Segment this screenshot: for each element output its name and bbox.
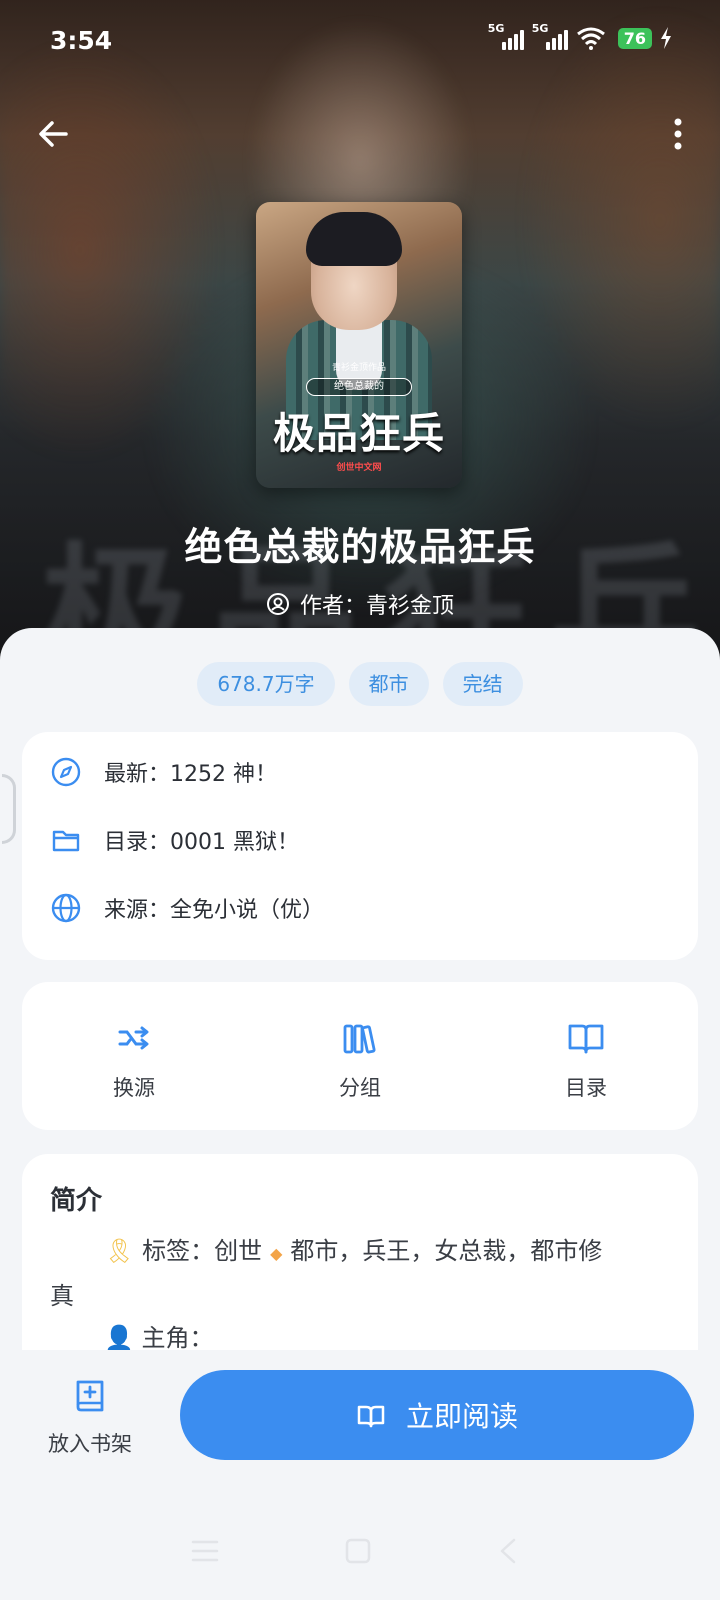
status-icons: 5G 5G 76 — [488, 22, 672, 50]
charging-icon — [661, 27, 671, 49]
books-icon — [343, 1024, 376, 1054]
group-button[interactable]: 分组 — [300, 1018, 420, 1102]
folder-icon — [52, 830, 80, 852]
user-icon — [266, 593, 289, 615]
book-open-icon — [568, 1024, 604, 1054]
shuffle-icon — [118, 1026, 149, 1050]
source-row[interactable]: 来源：全免小说（优） — [50, 880, 324, 936]
compass-icon — [51, 757, 81, 787]
tag-genre[interactable]: 都市 — [348, 662, 429, 706]
home-nav-icon[interactable] — [344, 1537, 372, 1565]
read-icon — [357, 1405, 385, 1428]
status-time: 3:54 — [50, 26, 113, 55]
wifi-icon — [576, 27, 605, 50]
globe-icon — [51, 893, 81, 923]
cover-publisher: 创世中文网 — [336, 463, 382, 473]
catalog-row[interactable]: 目录：0001 黑狱！ — [50, 812, 299, 868]
catalog-button[interactable]: 目录 — [526, 1018, 646, 1102]
ribbon-icon: 🎗 — [104, 1237, 135, 1265]
back-icon[interactable] — [34, 114, 74, 154]
tag-word-count[interactable]: 678.7万字 — [197, 662, 335, 706]
latest-chapter: 最新：1252 神！ — [104, 762, 277, 787]
read-now-button[interactable]: 立即阅读 — [180, 1370, 694, 1460]
diamond-icon: ◆ — [270, 1244, 283, 1263]
latest-chapter-row[interactable]: 最新：1252 神！ — [50, 744, 277, 800]
info-card: 最新：1252 神！ 目录：0001 黑狱！ 来源：全免小说（优） — [22, 732, 698, 960]
book-title: 绝色总裁的极品狂兵 — [184, 525, 536, 569]
author-row[interactable]: 作者：青衫金顶 — [0, 588, 720, 620]
intro-text: 🎗 标签：创世 ◆ 都市，兵王，女总裁，都市修 真 👤 主角： — [50, 1230, 680, 1359]
add-to-shelf-label: 放入书架 — [48, 1432, 132, 1456]
back-nav-icon[interactable] — [496, 1537, 520, 1565]
menu-nav-icon[interactable] — [190, 1538, 220, 1564]
change-source-label: 换源 — [113, 1076, 155, 1100]
system-nav-bar — [0, 1520, 720, 1600]
change-source-button[interactable]: 换源 — [74, 1018, 194, 1102]
action-card: 换源 分组 目录 — [22, 982, 698, 1130]
cover-title: 极品狂兵 — [272, 409, 445, 458]
edge-handle[interactable] — [2, 774, 16, 844]
intro-protagonist-label: 主角： — [141, 1324, 214, 1352]
cover-author: 青衫金顶作品 — [331, 363, 386, 373]
intro-tags-value: 都市，兵王，女总裁，都市修 — [290, 1237, 603, 1265]
add-book-icon — [76, 1380, 104, 1412]
add-to-shelf-button[interactable]: 放入书架 — [34, 1376, 146, 1458]
tag-row: 678.7万字 都市 完结 — [0, 662, 720, 706]
book-cover[interactable]: 青衫金顶作品 绝色总裁的 极品狂兵 创世中文网 — [256, 202, 462, 488]
intro-card: 简介 🎗 标签：创世 ◆ 都市，兵王，女总裁，都市修 真 👤 主角： — [22, 1154, 698, 1354]
group-label: 分组 — [339, 1076, 381, 1100]
battery-level: 76 — [617, 27, 652, 49]
signal-icon: 5G — [488, 22, 524, 50]
cover-subtitle: 绝色总裁的 — [306, 378, 412, 396]
hero-background: 极品狂兵 3:54 5G 5G 76 — [0, 0, 720, 680]
tag-status[interactable]: 完结 — [442, 662, 523, 706]
intro-tags-label: 标签：创世 — [142, 1237, 263, 1265]
book-source: 来源：全免小说（优） — [104, 898, 325, 923]
intro-tags-wrap: 真 — [50, 1282, 74, 1310]
read-now-label: 立即阅读 — [405, 1400, 518, 1433]
signal-icon-2: 5G — [532, 22, 568, 50]
catalog-chapter: 目录：0001 黑狱！ — [104, 830, 299, 855]
catalog-label: 目录 — [565, 1076, 607, 1100]
status-bar: 3:54 5G 5G 76 — [0, 0, 720, 80]
intro-heading: 简介 — [50, 1186, 103, 1216]
person-icon: 👤 — [104, 1324, 134, 1352]
author-name: 作者：青衫金顶 — [299, 594, 454, 619]
more-icon[interactable] — [648, 114, 688, 154]
